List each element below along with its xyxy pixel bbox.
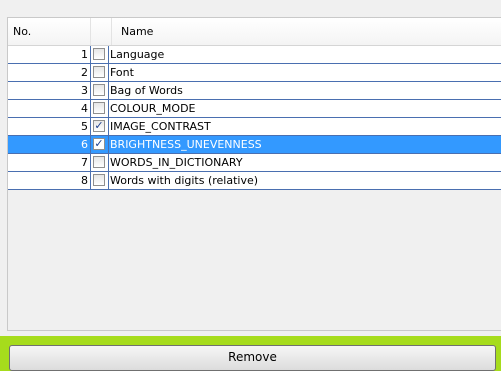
row-number: 4	[8, 100, 91, 117]
row-checkbox-cell[interactable]: ✓	[91, 136, 108, 153]
table-row[interactable]: 7 WORDS_IN_DICTIONARY	[8, 154, 501, 172]
row-name: IMAGE_CONTRAST	[108, 118, 211, 135]
row-checkbox-cell[interactable]	[91, 154, 108, 171]
table-header: No. Name	[8, 18, 501, 46]
row-checkbox-cell[interactable]: ✓	[91, 118, 108, 135]
table-row[interactable]: 1 Language	[8, 46, 501, 64]
table-body: 1 Language 2 Font 3 Bag of Words 4 COLOU…	[8, 46, 501, 190]
row-name: Font	[108, 64, 134, 81]
row-name: Bag of Words	[108, 82, 183, 99]
checkbox[interactable]	[93, 48, 105, 60]
row-name: Words with digits (relative)	[108, 172, 259, 189]
table-row[interactable]: 8 Words with digits (relative)	[8, 172, 501, 190]
column-header-name[interactable]: Name	[112, 18, 501, 45]
row-number: 8	[8, 172, 91, 189]
row-number: 6	[8, 136, 91, 153]
checkbox[interactable]	[93, 84, 105, 96]
row-name: COLOUR_MODE	[108, 100, 196, 117]
table-row[interactable]: 2 Font	[8, 64, 501, 82]
checkbox[interactable]	[93, 102, 105, 114]
checkbox[interactable]	[93, 156, 105, 168]
column-header-no[interactable]: No.	[8, 18, 91, 45]
checkbox[interactable]	[93, 66, 105, 78]
check-icon[interactable]: ✓	[93, 138, 105, 150]
row-number: 1	[8, 46, 91, 63]
row-name: WORDS_IN_DICTIONARY	[108, 154, 243, 171]
row-number: 7	[8, 154, 91, 171]
row-number: 2	[8, 64, 91, 81]
remove-button[interactable]: Remove	[9, 345, 496, 371]
features-table: No. Name 1 Language 2 Font 3 Bag of Word…	[7, 17, 501, 331]
row-checkbox-cell[interactable]	[91, 100, 108, 117]
row-number: 3	[8, 82, 91, 99]
row-name: BRIGHTNESS_UNEVENNESS	[108, 136, 262, 153]
row-checkbox-cell[interactable]	[91, 64, 108, 81]
feature-list-panel: No. Name 1 Language 2 Font 3 Bag of Word…	[0, 0, 501, 371]
checkbox[interactable]	[93, 174, 105, 186]
table-row[interactable]: 4 COLOUR_MODE	[8, 100, 501, 118]
row-checkbox-cell[interactable]	[91, 46, 108, 63]
table-row[interactable]: 3 Bag of Words	[8, 82, 501, 100]
row-number: 5	[8, 118, 91, 135]
table-row[interactable]: 5 ✓ IMAGE_CONTRAST	[8, 118, 501, 136]
table-row-selected[interactable]: 6 ✓ BRIGHTNESS_UNEVENNESS	[8, 136, 501, 154]
check-icon[interactable]: ✓	[93, 120, 105, 132]
row-name: Language	[108, 46, 165, 63]
column-header-checkbox[interactable]	[91, 18, 112, 45]
row-checkbox-cell[interactable]	[91, 172, 108, 189]
row-checkbox-cell[interactable]	[91, 82, 108, 99]
remove-button-focus-frame: Remove	[0, 336, 501, 371]
